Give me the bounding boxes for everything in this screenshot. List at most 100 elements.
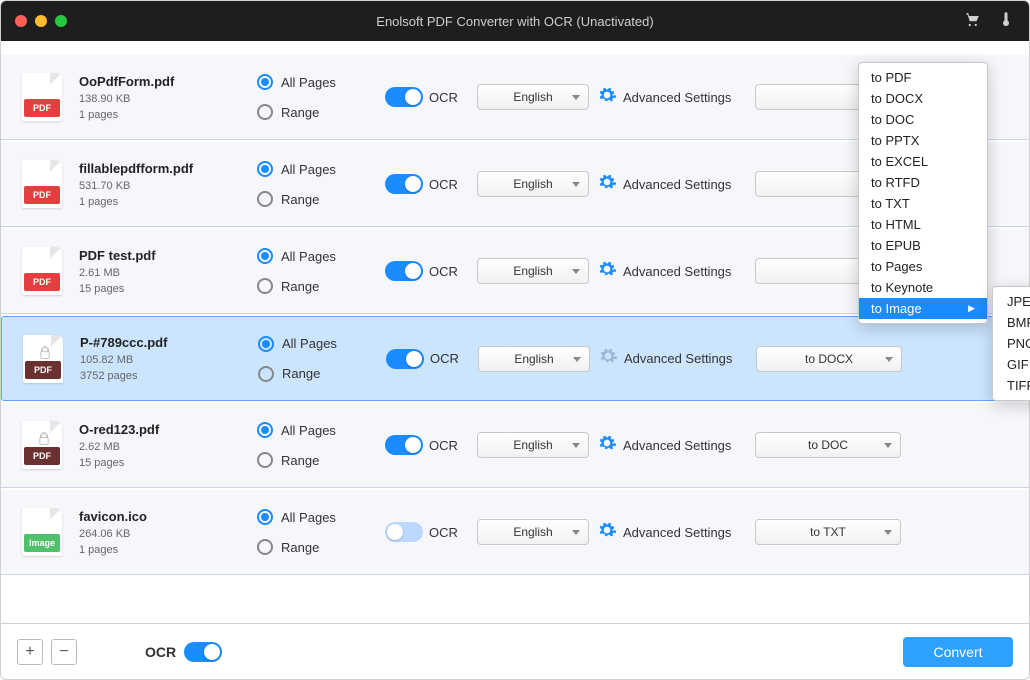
range-radio[interactable]: Range xyxy=(257,278,377,294)
dropdown-item[interactable]: to Image xyxy=(859,298,987,319)
submenu-item[interactable]: BMP xyxy=(993,312,1030,333)
global-ocr-toggle[interactable] xyxy=(184,642,222,662)
dropdown-item[interactable]: to PPTX xyxy=(859,130,987,151)
file-name: PDF test.pdf xyxy=(79,248,249,263)
format-submenu[interactable]: JPEGBMPPNGGIFTIFF xyxy=(992,286,1030,401)
file-name: favicon.ico xyxy=(79,509,249,524)
dropdown-item[interactable]: to DOCX xyxy=(859,88,987,109)
lock-overlay-icon xyxy=(37,345,53,361)
advanced-settings-link[interactable]: Advanced Settings xyxy=(623,90,731,105)
dropdown-item[interactable]: to TXT xyxy=(859,193,987,214)
remove-file-button[interactable]: − xyxy=(51,639,77,665)
close-button[interactable] xyxy=(15,15,27,27)
page-range-group: All Pages Range xyxy=(257,74,377,120)
ocr-label: OCR xyxy=(430,351,459,366)
advanced-settings-link[interactable]: Advanced Settings xyxy=(623,264,731,279)
range-radio[interactable]: Range xyxy=(257,191,377,207)
ocr-toggle[interactable] xyxy=(386,349,424,369)
file-size: 105.82 MB xyxy=(80,354,250,366)
add-file-button[interactable]: + xyxy=(17,639,43,665)
gear-icon[interactable] xyxy=(597,259,617,284)
format-select[interactable]: to DOC xyxy=(755,432,901,458)
language-select[interactable]: English xyxy=(477,84,589,110)
file-name: P-#789ccc.pdf xyxy=(80,335,250,350)
file-meta: O-red123.pdf 2.62 MB 15 pages xyxy=(79,422,249,469)
dropdown-item[interactable]: to PDF xyxy=(859,67,987,88)
all-pages-radio[interactable]: All Pages xyxy=(257,248,377,264)
format-select[interactable]: to TXT xyxy=(755,519,901,545)
advanced-settings-link[interactable]: Advanced Settings xyxy=(623,438,731,453)
dropdown-item[interactable]: to DOC xyxy=(859,109,987,130)
minimize-button[interactable] xyxy=(35,15,47,27)
all-pages-radio[interactable]: All Pages xyxy=(257,74,377,90)
thermometer-icon[interactable] xyxy=(997,10,1015,33)
language-select[interactable]: English xyxy=(477,171,589,197)
ocr-toggle[interactable] xyxy=(385,261,423,281)
page-range-group: All Pages Range xyxy=(257,509,377,555)
ocr-toggle[interactable] xyxy=(385,522,423,542)
advanced-settings-link[interactable]: Advanced Settings xyxy=(624,351,732,366)
language-select[interactable]: English xyxy=(477,258,589,284)
file-name: O-red123.pdf xyxy=(79,422,249,437)
all-pages-radio[interactable]: All Pages xyxy=(257,422,377,438)
language-select[interactable]: English xyxy=(477,432,589,458)
submenu-item[interactable]: JPEG xyxy=(993,291,1030,312)
ocr-toggle[interactable] xyxy=(385,87,423,107)
footer-ocr-label: OCR xyxy=(145,644,176,660)
gear-icon[interactable] xyxy=(597,520,617,545)
file-pages: 1 pages xyxy=(79,544,249,556)
file-row[interactable]: Image favicon.ico 264.06 KB 1 pages All … xyxy=(1,490,1029,575)
range-radio[interactable]: Range xyxy=(258,366,378,382)
all-pages-radio[interactable]: All Pages xyxy=(257,161,377,177)
dropdown-item[interactable]: to EPUB xyxy=(859,235,987,256)
format-select[interactable]: to DOCX xyxy=(756,346,902,372)
language-select[interactable]: English xyxy=(477,519,589,545)
convert-button[interactable]: Convert xyxy=(903,637,1013,667)
file-meta: fillablepdfform.pdf 531.70 KB 1 pages xyxy=(79,161,249,208)
gear-icon[interactable] xyxy=(597,85,617,110)
gear-icon[interactable] xyxy=(597,172,617,197)
submenu-item[interactable]: PNG xyxy=(993,333,1030,354)
all-pages-radio[interactable]: All Pages xyxy=(258,336,378,352)
language-select[interactable]: English xyxy=(478,346,590,372)
dropdown-item[interactable]: to Pages xyxy=(859,256,987,277)
file-size: 531.70 KB xyxy=(79,180,249,192)
range-radio[interactable]: Range xyxy=(257,104,377,120)
all-pages-radio[interactable]: All Pages xyxy=(257,509,377,525)
dropdown-item[interactable]: to RTFD xyxy=(859,172,987,193)
page-range-group: All Pages Range xyxy=(257,161,377,207)
dropdown-item[interactable]: to HTML xyxy=(859,214,987,235)
submenu-item[interactable]: TIFF xyxy=(993,375,1030,396)
file-pages: 15 pages xyxy=(79,283,249,295)
advanced-settings-link[interactable]: Advanced Settings xyxy=(623,525,731,540)
file-icon: PDF xyxy=(14,335,72,383)
range-radio[interactable]: Range xyxy=(257,539,377,555)
cart-icon[interactable] xyxy=(963,10,981,33)
file-name: fillablepdfform.pdf xyxy=(79,161,249,176)
window-title: Enolsoft PDF Converter with OCR (Unactiv… xyxy=(1,14,1029,29)
submenu-item[interactable]: GIF xyxy=(993,354,1030,375)
advanced-settings-link[interactable]: Advanced Settings xyxy=(623,177,731,192)
file-row[interactable]: PDF P-#789ccc.pdf 105.82 MB 3752 pages A… xyxy=(1,316,1029,401)
ocr-label: OCR xyxy=(429,264,458,279)
range-radio[interactable]: Range xyxy=(257,452,377,468)
gear-icon[interactable] xyxy=(597,433,617,458)
traffic-lights xyxy=(1,15,67,27)
file-pages: 3752 pages xyxy=(80,370,250,382)
format-dropdown-menu[interactable]: to PDFto DOCXto DOCto PPTXto EXCELto RTF… xyxy=(858,62,988,324)
ocr-toggle[interactable] xyxy=(385,174,423,194)
file-pages: 1 pages xyxy=(79,109,249,121)
file-row[interactable]: PDF O-red123.pdf 2.62 MB 15 pages All Pa… xyxy=(1,403,1029,488)
dropdown-item[interactable]: to Keynote xyxy=(859,277,987,298)
page-range-group: All Pages Range xyxy=(257,248,377,294)
ocr-toggle[interactable] xyxy=(385,435,423,455)
titlebar: Enolsoft PDF Converter with OCR (Unactiv… xyxy=(1,1,1029,41)
gear-icon[interactable] xyxy=(598,346,618,371)
lock-overlay-icon xyxy=(36,431,52,447)
file-size: 264.06 KB xyxy=(79,528,249,540)
zoom-button[interactable] xyxy=(55,15,67,27)
dropdown-item[interactable]: to EXCEL xyxy=(859,151,987,172)
ocr-label: OCR xyxy=(429,438,458,453)
footer: + − OCR Convert xyxy=(1,623,1029,679)
file-size: 138.90 KB xyxy=(79,93,249,105)
